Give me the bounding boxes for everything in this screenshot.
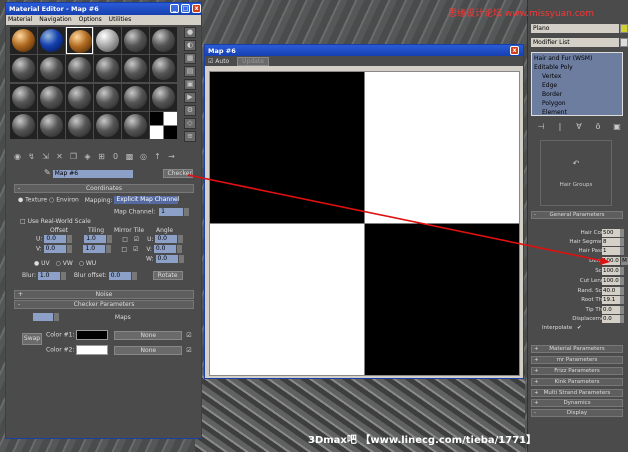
arrow-head: [600, 257, 610, 265]
watermark-top: 思缘设计论坛 www.missyuan.com: [448, 9, 594, 19]
watermark-bottom: 3Dmax吧 【www.linecg.com/tieba/1771】: [308, 435, 537, 446]
annotation-arrow: [187, 174, 610, 265]
arrow-line: [187, 174, 609, 263]
